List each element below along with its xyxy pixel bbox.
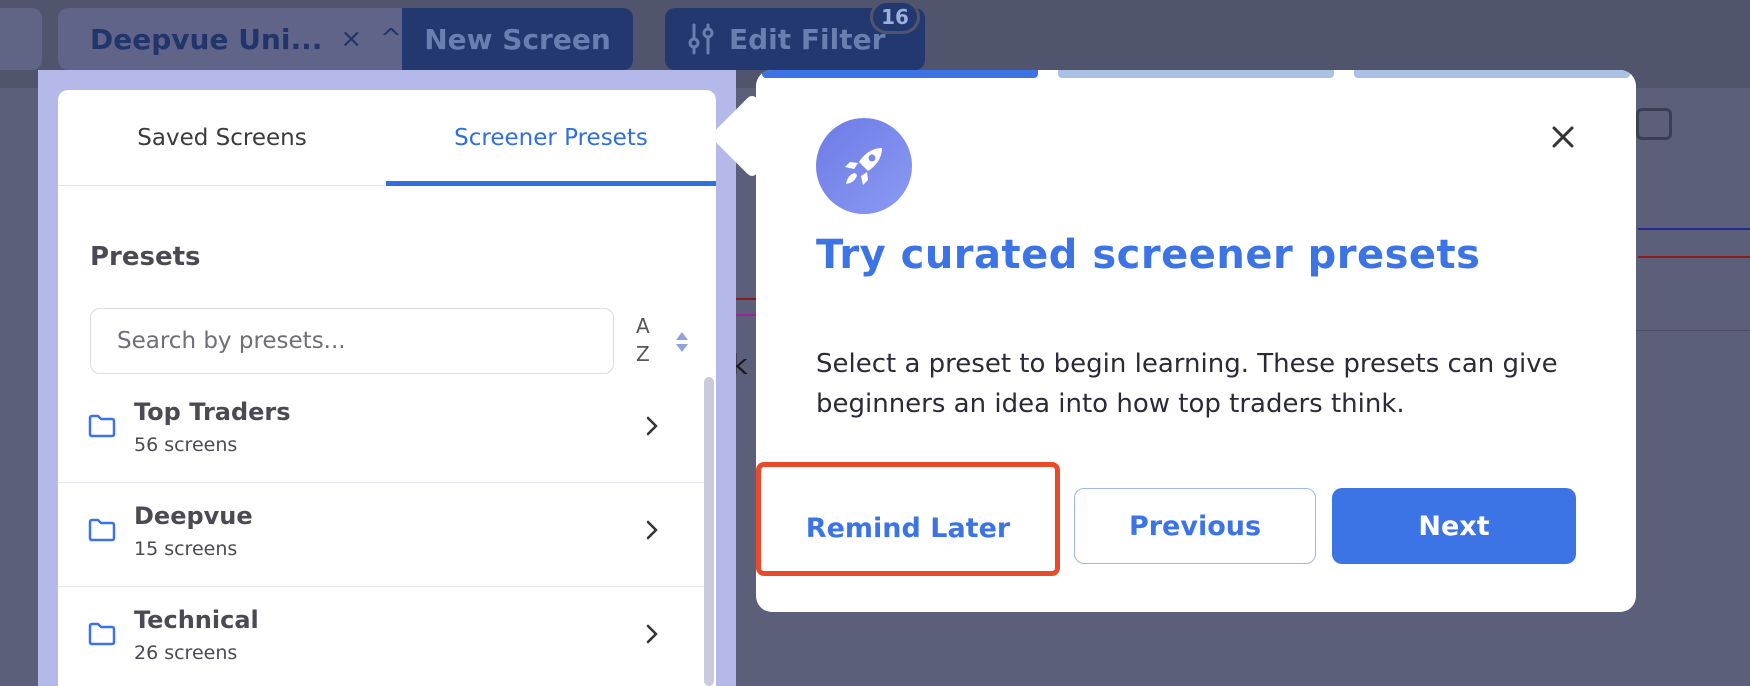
folder-icon: [88, 414, 116, 438]
screen-tab[interactable]: Deepvue Uni... × ^: [58, 8, 402, 70]
sort-down-icon: [676, 344, 688, 352]
tab-saved-screens[interactable]: Saved Screens: [58, 90, 386, 186]
preset-count: 56 screens: [134, 434, 238, 456]
presets-heading: Presets: [90, 242, 201, 272]
rocket-badge: [816, 118, 912, 214]
sort-label-z: Z: [636, 342, 650, 366]
tour-title: Try curated screener presets: [816, 232, 1481, 278]
edit-filter-label: Edit Filter: [729, 22, 886, 56]
sort-label-a: A: [636, 314, 650, 338]
calendar-icon[interactable]: [1636, 108, 1672, 140]
folder-icon: [88, 518, 116, 542]
next-button[interactable]: Next: [1332, 488, 1576, 564]
tour-progress-step-1: [762, 70, 1038, 78]
previous-button[interactable]: Previous: [1074, 488, 1316, 564]
remind-later-button[interactable]: Remind Later: [766, 490, 1050, 566]
sort-az-toggle[interactable]: A Z: [636, 314, 696, 370]
tab-close-icon[interactable]: ×: [340, 24, 362, 54]
preset-count: 15 screens: [134, 538, 238, 560]
preset-item-top-traders[interactable]: Top Traders 56 screens: [58, 378, 704, 483]
folder-icon: [88, 622, 116, 646]
chart-line-red: [1638, 256, 1750, 258]
tour-progress-step-2: [1058, 70, 1334, 78]
close-icon[interactable]: [1546, 120, 1580, 154]
rocket-icon: [845, 148, 882, 185]
filter-count-badge: 16: [870, 0, 920, 34]
screen-tab-label: Deepvue Uni...: [90, 22, 323, 56]
screens-panel: Saved Screens Screener Presets Presets A…: [58, 90, 716, 686]
active-tab-indicator: [386, 181, 716, 186]
preset-item-deepvue[interactable]: Deepvue 15 screens: [58, 482, 704, 587]
preset-name: Technical: [134, 606, 259, 634]
preset-name: Top Traders: [134, 398, 291, 426]
sort-up-icon: [676, 332, 688, 340]
new-screen-button[interactable]: New Screen: [402, 8, 633, 70]
preset-count: 26 screens: [134, 642, 238, 664]
tour-progress-step-3: [1354, 70, 1630, 78]
chart-line-blue: [1638, 228, 1750, 244]
screen-tab-partial[interactable]: [0, 8, 42, 70]
tab-screener-presets[interactable]: Screener Presets: [386, 90, 716, 186]
preset-item-technical[interactable]: Technical 26 screens: [58, 586, 704, 686]
presets-scrollbar[interactable]: [704, 377, 714, 686]
preset-name: Deepvue: [134, 502, 253, 530]
tour-dialog: Try curated screener presets Select a pr…: [756, 70, 1636, 612]
sliders-icon: [688, 23, 714, 55]
chevron-right-icon: [646, 416, 658, 436]
chevron-up-icon[interactable]: ^: [380, 24, 402, 54]
preset-search-input[interactable]: [90, 308, 614, 374]
tour-description: Select a preset to begin learning. These…: [816, 349, 1558, 419]
chevron-right-icon: [646, 624, 658, 644]
chevron-right-icon: [646, 520, 658, 540]
